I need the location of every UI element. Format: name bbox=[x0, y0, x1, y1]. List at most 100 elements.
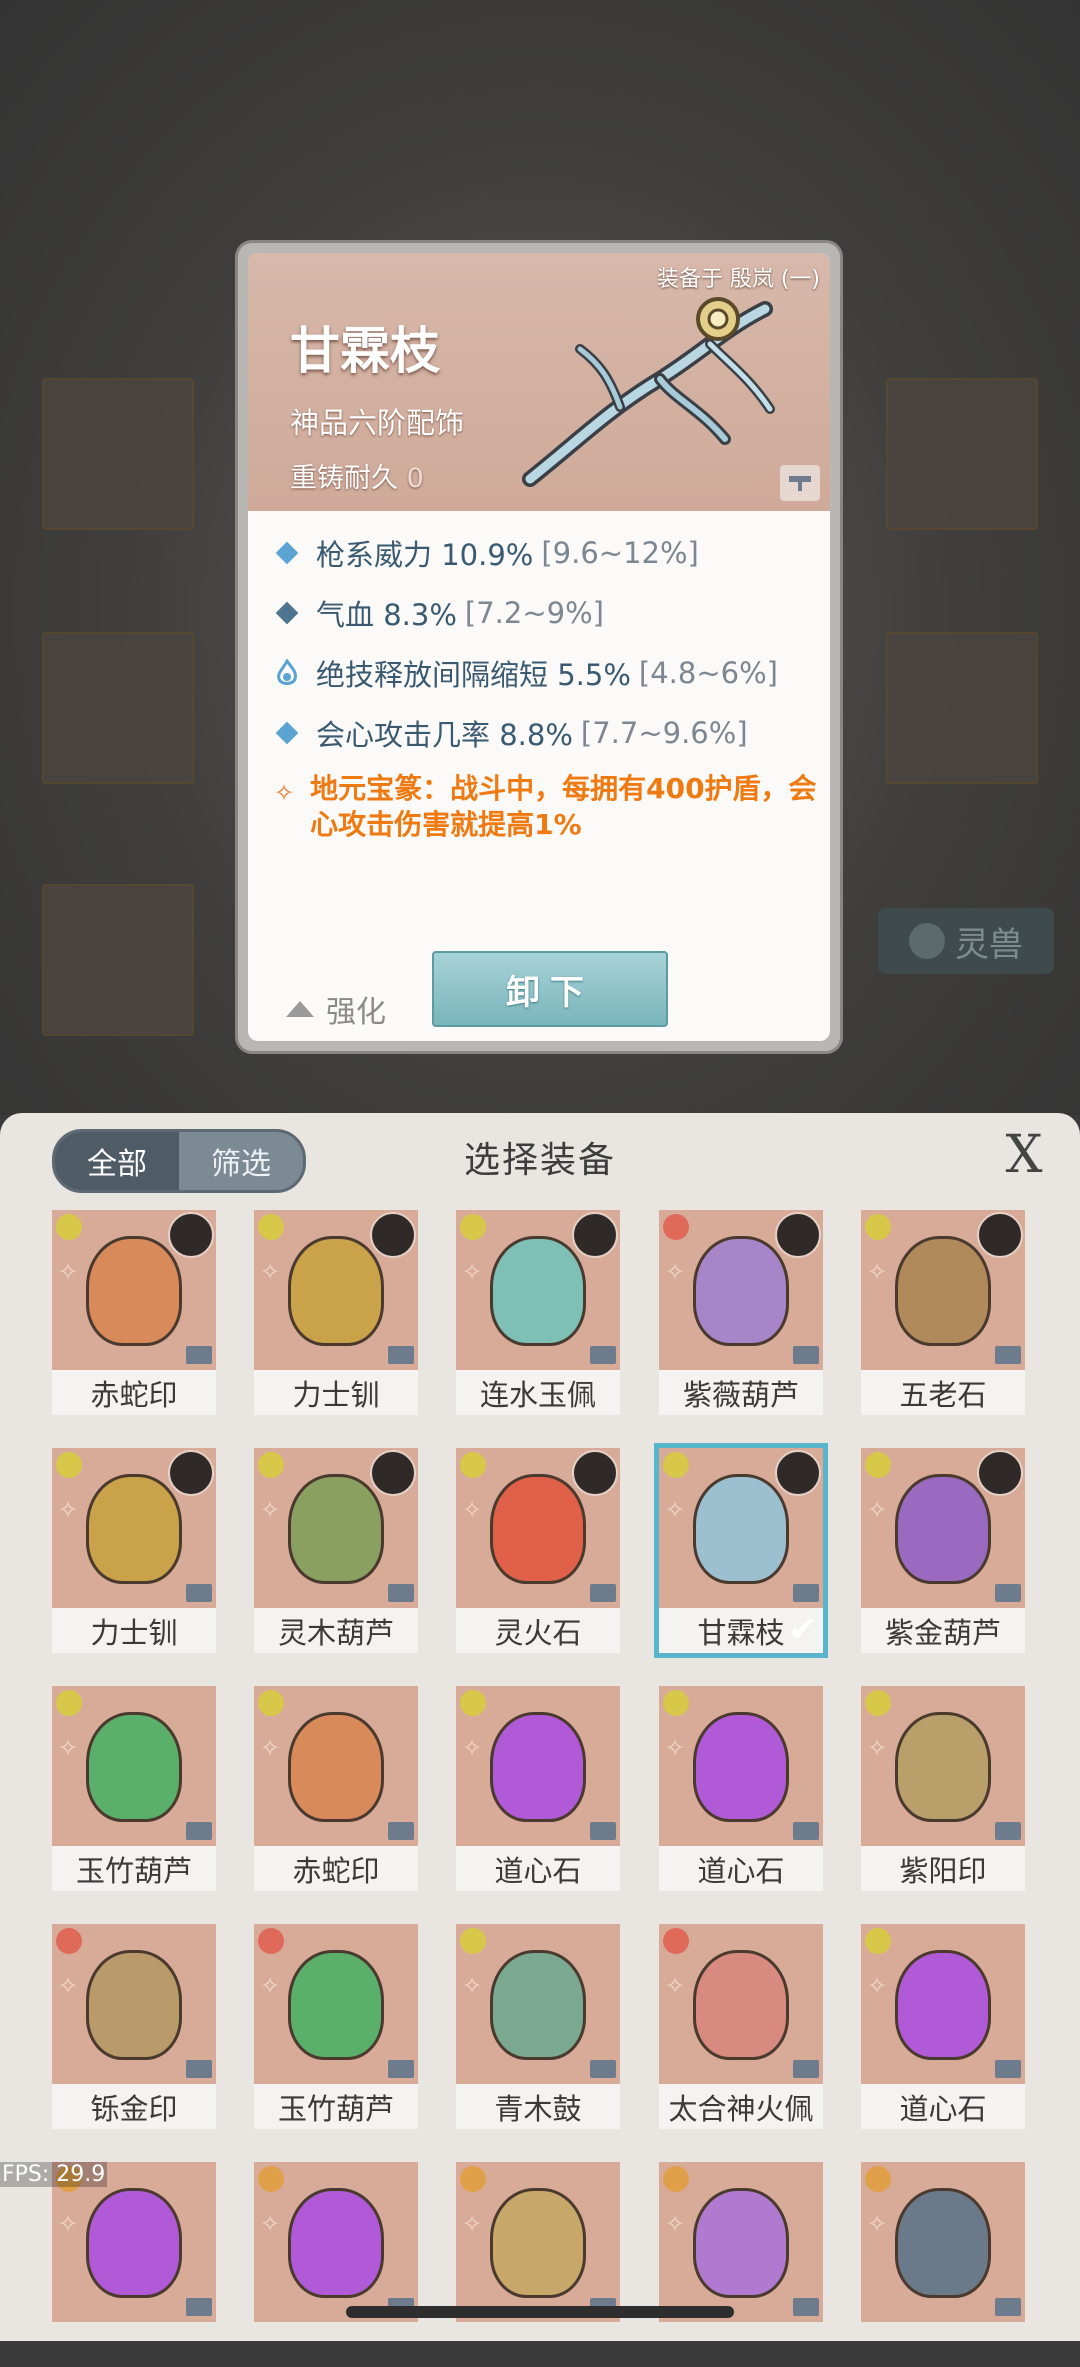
equipment-card[interactable]: ✧ 力士钏 bbox=[52, 1448, 216, 1653]
equipment-card[interactable]: ✧ 灵火石 bbox=[456, 1448, 620, 1653]
enhance-button[interactable]: 强化 bbox=[286, 987, 386, 1031]
set-icon: ✧ bbox=[58, 1734, 79, 1762]
equipment-icon bbox=[895, 1712, 991, 1822]
reforge-value: 0 bbox=[406, 463, 424, 494]
equipment-card[interactable]: ✧ bbox=[659, 2162, 823, 2367]
close-button[interactable]: X bbox=[998, 1129, 1050, 1181]
equip-slot-armor[interactable] bbox=[42, 632, 194, 784]
quality-icon bbox=[56, 1214, 82, 1240]
quality-icon bbox=[663, 1928, 689, 1954]
set-icon: ✧ bbox=[260, 1496, 281, 1524]
owner-avatar bbox=[370, 1450, 416, 1496]
special-effect-text: 地元宝篆：战斗中，每拥有400护盾，会心攻击伤害就提高1% bbox=[310, 772, 817, 841]
equipment-icon bbox=[288, 1474, 384, 1584]
equipment-card[interactable]: ✧ 道心石 bbox=[456, 1686, 620, 1891]
quality-icon bbox=[460, 1928, 486, 1954]
quality-icon bbox=[663, 1214, 689, 1240]
set-icon: ✧ bbox=[665, 1258, 686, 1286]
diamond-icon bbox=[274, 540, 300, 566]
quality-icon bbox=[258, 1928, 284, 1954]
panel-title: 选择装备 bbox=[463, 1140, 616, 1181]
equipment-card[interactable]: ✧ bbox=[861, 2162, 1025, 2367]
equipment-card[interactable]: ✧ 铄金印 bbox=[52, 1924, 216, 2129]
equipment-icon bbox=[86, 1712, 182, 1822]
equipment-card[interactable]: ✧ 力士钏 bbox=[254, 1210, 418, 1415]
set-icon: ✧ bbox=[665, 1972, 686, 2000]
stat-range: [9.6~12%] bbox=[541, 536, 699, 570]
equipment-icon bbox=[693, 1950, 789, 2060]
quality-icon bbox=[865, 1690, 891, 1716]
owner-avatar bbox=[775, 1450, 821, 1496]
stat-text: 会心攻击几率 8.8% bbox=[316, 718, 573, 752]
set-icon: ✧ bbox=[867, 2210, 888, 2238]
equipment-card[interactable]: ✧ 紫阳印 bbox=[861, 1686, 1025, 1891]
equipment-card[interactable]: ✧ bbox=[52, 2162, 216, 2367]
set-icon: ✧ bbox=[58, 1972, 79, 2000]
home-indicator[interactable] bbox=[346, 2306, 734, 2318]
equip-slot-accessory-2[interactable] bbox=[886, 632, 1038, 784]
lock-icon bbox=[186, 2298, 212, 2316]
lock-icon bbox=[995, 2298, 1021, 2316]
equipment-name: 赤蛇印 bbox=[254, 1846, 418, 1891]
equipment-icon bbox=[693, 1474, 789, 1584]
spirit-beast-tab[interactable]: 灵兽 bbox=[878, 908, 1054, 974]
equipment-card[interactable]: ✧ 道心石 bbox=[861, 1924, 1025, 2129]
branch-artwork bbox=[522, 297, 775, 487]
lock-button[interactable] bbox=[780, 465, 820, 501]
equipment-card[interactable]: ✧ bbox=[456, 2162, 620, 2367]
lock-icon bbox=[590, 2060, 616, 2078]
lock-icon bbox=[793, 1584, 819, 1602]
equipment-card[interactable]: ✧ 甘霖枝 ✔ bbox=[654, 1443, 828, 1658]
equipment-icon bbox=[490, 1712, 586, 1822]
equipment-icon bbox=[693, 1236, 789, 1346]
enhance-label: 强化 bbox=[326, 995, 386, 1030]
equipment-name: 紫阳印 bbox=[861, 1846, 1025, 1891]
flame-icon bbox=[274, 659, 300, 686]
set-icon: ✧ bbox=[462, 1972, 483, 2000]
equipment-card[interactable]: ✧ 灵木葫芦 bbox=[254, 1448, 418, 1653]
lock-icon bbox=[590, 1346, 616, 1364]
equip-slot-weapon[interactable] bbox=[42, 378, 194, 530]
equipment-card[interactable]: ✧ 赤蛇印 bbox=[52, 1210, 216, 1415]
quality-icon bbox=[460, 1214, 486, 1240]
lock-icon bbox=[793, 2060, 819, 2078]
item-grade: 神品六阶配饰 bbox=[290, 406, 465, 440]
equipment-card[interactable]: ✧ 玉竹葫芦 bbox=[52, 1686, 216, 1891]
equipment-icon bbox=[490, 2188, 586, 2298]
equipment-card[interactable]: ✧ 道心石 bbox=[659, 1686, 823, 1891]
lock-icon bbox=[793, 1822, 819, 1840]
equipment-name: 连水玉佩 bbox=[456, 1370, 620, 1415]
equipment-icon bbox=[895, 1950, 991, 2060]
lock-icon bbox=[995, 2060, 1021, 2078]
equipment-icon bbox=[895, 2188, 991, 2298]
equipment-card[interactable]: ✧ bbox=[254, 2162, 418, 2367]
equipment-icon bbox=[288, 1950, 384, 2060]
equipment-icon bbox=[86, 1236, 182, 1346]
quality-icon bbox=[258, 1690, 284, 1716]
equip-slot-boots[interactable] bbox=[42, 884, 194, 1036]
equipment-card[interactable]: ✧ 赤蛇印 bbox=[254, 1686, 418, 1891]
equipment-card[interactable]: ✧ 连水玉佩 bbox=[456, 1210, 620, 1415]
equipment-card[interactable]: ✧ 玉竹葫芦 bbox=[254, 1924, 418, 2129]
lock-icon bbox=[590, 1584, 616, 1602]
lock-icon bbox=[186, 1822, 212, 1840]
equipment-icon bbox=[490, 1474, 586, 1584]
spirit-beast-label: 灵兽 bbox=[955, 924, 1023, 965]
equipment-name: 紫金葫芦 bbox=[861, 1608, 1025, 1653]
owner-avatar bbox=[370, 1212, 416, 1258]
unequip-button[interactable]: 卸下 bbox=[432, 951, 668, 1027]
owner-avatar bbox=[572, 1450, 618, 1496]
owner-avatar bbox=[977, 1450, 1023, 1496]
equipment-card[interactable]: ✧ 青木鼓 bbox=[456, 1924, 620, 2129]
equipment-card[interactable]: ✧ 紫金葫芦 bbox=[861, 1448, 1025, 1653]
equip-slot-accessory-1[interactable] bbox=[886, 378, 1038, 530]
equipment-icon bbox=[288, 1236, 384, 1346]
equipment-icon bbox=[86, 2188, 182, 2298]
equipment-card[interactable]: ✧ 太合神火佩 bbox=[659, 1924, 823, 2129]
quality-icon bbox=[460, 1452, 486, 1478]
equipment-card[interactable]: ✧ 五老石 bbox=[861, 1210, 1025, 1415]
quality-icon bbox=[56, 1928, 82, 1954]
lock-icon bbox=[388, 1346, 414, 1364]
equipment-card[interactable]: ✧ 紫薇葫芦 bbox=[659, 1210, 823, 1415]
quality-icon bbox=[460, 1690, 486, 1716]
